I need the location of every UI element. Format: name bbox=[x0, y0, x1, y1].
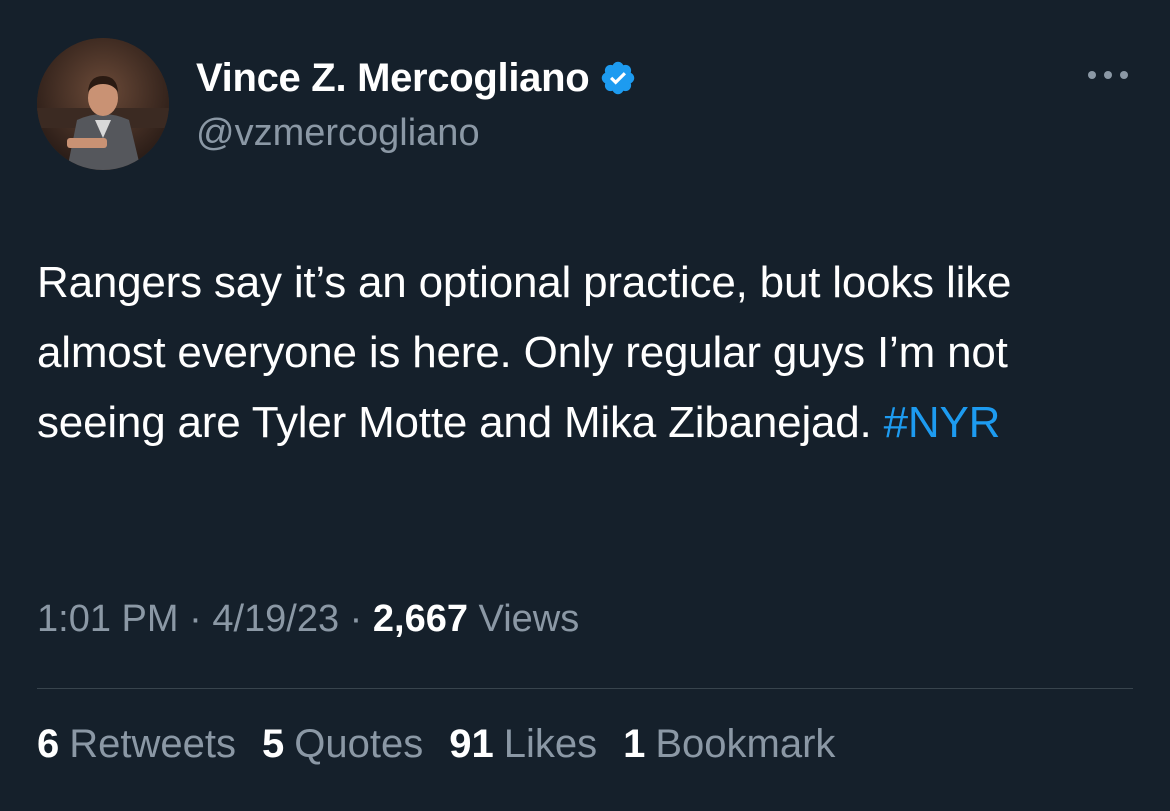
views-label: Views bbox=[478, 598, 580, 640]
divider bbox=[37, 688, 1133, 689]
quotes-label: Quotes bbox=[294, 722, 424, 766]
tweet-metadata: 1:01 PM · 4/19/23 · 2,667 Views bbox=[37, 598, 579, 641]
views-count: 2,667 bbox=[372, 598, 468, 640]
tweet-time[interactable]: 1:01 PM bbox=[37, 598, 179, 640]
verified-badge-icon bbox=[599, 59, 637, 97]
author-handle[interactable]: @vzmercogliano bbox=[196, 112, 637, 155]
quotes-stat[interactable]: 5 Quotes bbox=[262, 722, 423, 767]
more-options-icon[interactable] bbox=[1083, 60, 1133, 90]
tweet-text-content: Rangers say it’s an optional practice, b… bbox=[37, 258, 1012, 447]
likes-stat[interactable]: 91 Likes bbox=[449, 722, 597, 767]
retweets-label: Retweets bbox=[69, 722, 236, 766]
retweets-count: 6 bbox=[37, 722, 60, 766]
meta-separator: · bbox=[339, 598, 373, 640]
avatar[interactable] bbox=[37, 38, 169, 170]
author-display-name[interactable]: Vince Z. Mercogliano bbox=[196, 56, 590, 101]
quotes-count: 5 bbox=[262, 722, 285, 766]
author-name-row: Vince Z. Mercogliano bbox=[196, 50, 637, 106]
author-block: Vince Z. Mercogliano @vzmercogliano bbox=[196, 50, 637, 155]
tweet-text: Rangers say it’s an optional practice, b… bbox=[37, 248, 1127, 458]
hashtag-link[interactable]: #NYR bbox=[884, 398, 1001, 447]
tweet-date[interactable]: 4/19/23 bbox=[212, 598, 339, 640]
meta-separator: · bbox=[178, 598, 213, 640]
bookmarks-stat[interactable]: 1 Bookmark bbox=[623, 722, 835, 767]
bookmarks-label: Bookmark bbox=[655, 722, 836, 766]
tweet-card: Vince Z. Mercogliano @vzmercogliano Rang… bbox=[0, 0, 1170, 811]
likes-count: 91 bbox=[449, 722, 494, 766]
avatar-photo bbox=[37, 38, 169, 170]
engagement-stats: 6 Retweets 5 Quotes 91 Likes 1 Bookmark bbox=[37, 722, 835, 767]
likes-label: Likes bbox=[503, 722, 598, 766]
retweets-stat[interactable]: 6 Retweets bbox=[37, 722, 236, 767]
bookmarks-count: 1 bbox=[623, 722, 646, 766]
